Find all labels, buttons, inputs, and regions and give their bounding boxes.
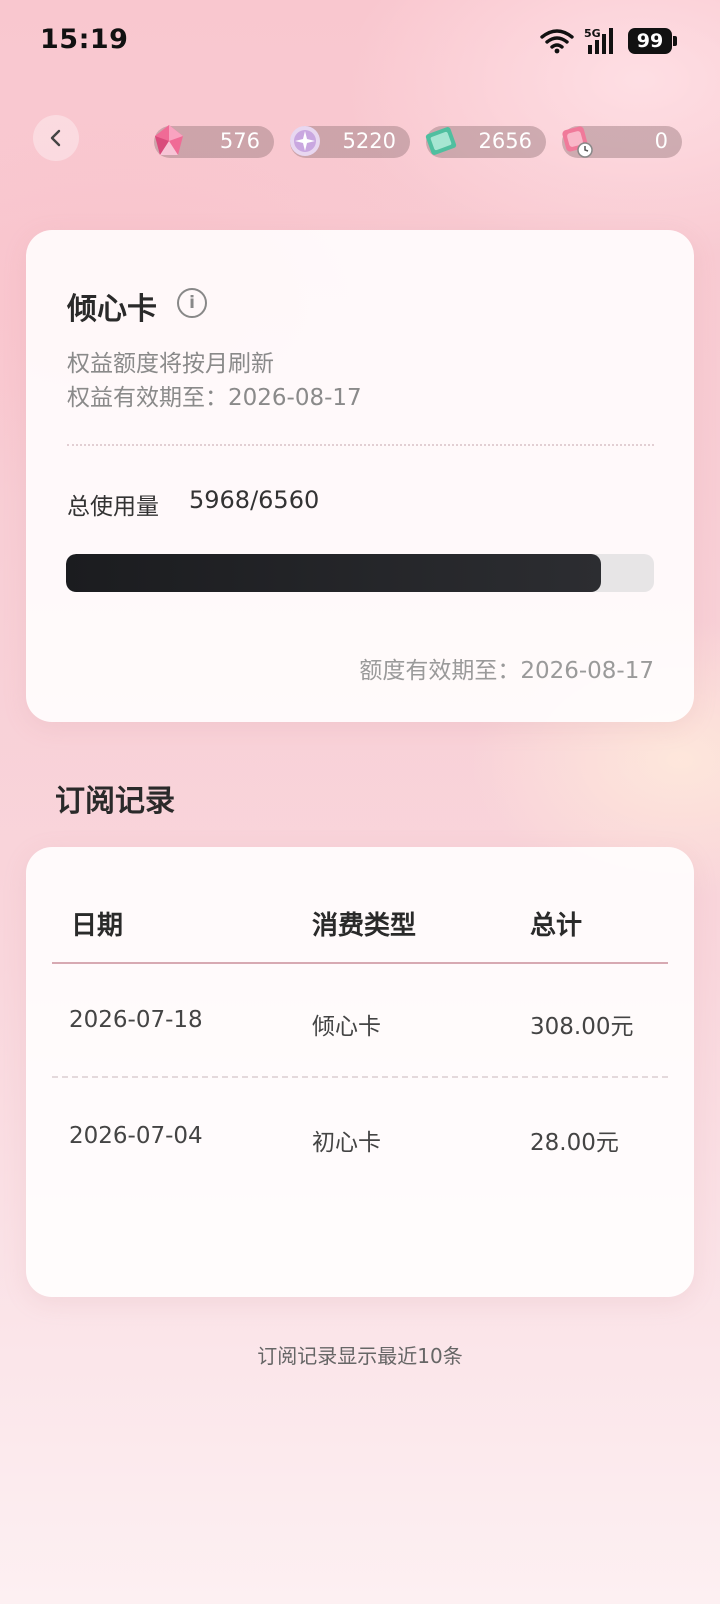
currency-value: 0 [654, 129, 668, 153]
column-header-date: 日期 [71, 911, 124, 941]
benefit-card: 倾心卡 i 权益额度将按月刷新 权益有效期至：2026-08-17 总使用量 5… [26, 230, 694, 722]
currency-value: 2656 [478, 129, 532, 153]
row-type: 倾心卡 [312, 1014, 381, 1040]
info-icon[interactable]: i [177, 288, 207, 318]
usage-progress-bar [66, 554, 654, 592]
divider [67, 444, 654, 446]
records-footer-note: 订阅记录显示最近10条 [257, 1344, 463, 1368]
battery-indicator: 99 [628, 28, 677, 54]
row-date: 2026-07-18 [69, 1007, 203, 1033]
network-type-label: 5G [584, 27, 601, 40]
currency-balances: 576 5220 2656 0 [150, 125, 690, 158]
column-header-type: 消费类型 [312, 911, 417, 941]
back-button[interactable] [33, 115, 79, 161]
row-total: 28.00元 [530, 1130, 619, 1156]
pink-crystal-icon [155, 125, 183, 155]
validity-description: 权益有效期至：2026-08-17 [67, 385, 362, 411]
timed-crystal-icon [562, 126, 593, 158]
status-time: 15:19 [40, 24, 129, 55]
purple-orb-icon [290, 126, 320, 156]
chevron-left-icon [50, 129, 61, 147]
battery-level: 99 [636, 30, 664, 52]
usage-value: 5968/6560 [189, 486, 320, 514]
cellular-signal-icon: 5G [584, 27, 618, 55]
row-type: 初心卡 [312, 1130, 381, 1156]
header-divider [52, 962, 668, 964]
records-table: 日期 消费类型 总计 2026-07-18 倾心卡 308.00元 2026-0… [26, 847, 694, 1297]
usage-label: 总使用量 [67, 494, 159, 520]
currency-green-ticket[interactable]: 2656 [425, 126, 546, 158]
row-total: 308.00元 [530, 1014, 634, 1040]
currency-timed-crystal[interactable]: 0 [562, 126, 682, 158]
status-icons: 5G 99 [540, 26, 677, 56]
green-ticket-icon [425, 127, 457, 155]
row-date: 2026-07-04 [69, 1123, 203, 1149]
status-bar: 15:19 5G 99 [0, 0, 720, 84]
currency-value: 5220 [342, 129, 396, 153]
wifi-icon [540, 28, 574, 54]
currency-value: 576 [219, 129, 260, 153]
benefit-title: 倾心卡 [67, 292, 157, 327]
usage-progress-fill [66, 554, 601, 592]
records-section-title: 订阅记录 [55, 784, 175, 819]
refresh-description: 权益额度将按月刷新 [67, 351, 274, 377]
currency-pink-crystal[interactable]: 576 [154, 125, 274, 158]
row-divider [52, 1076, 668, 1078]
column-header-total: 总计 [530, 911, 583, 941]
currency-purple-orb[interactable]: 5220 [290, 126, 410, 158]
quota-expiry: 额度有效期至：2026-08-17 [359, 658, 654, 684]
